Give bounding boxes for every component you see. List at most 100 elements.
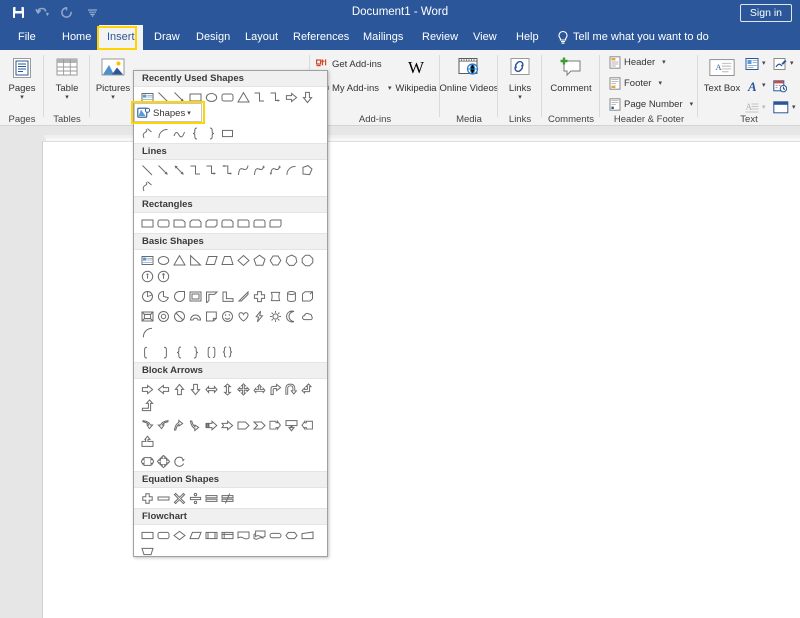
shape-quad-arrow-callout[interactable] xyxy=(155,453,171,469)
shape-pentagon-arrow[interactable] xyxy=(235,417,251,433)
shape-octagon[interactable] xyxy=(299,252,315,268)
shape-flowchart-predefined-process[interactable] xyxy=(203,527,219,543)
shapes-button[interactable]: Shapes ▾ xyxy=(137,105,199,121)
shape-left-right-arrow[interactable] xyxy=(203,381,219,397)
shape-right-brace[interactable] xyxy=(203,125,219,141)
shape-left-up-arrow[interactable] xyxy=(299,381,315,397)
shape-round-same-side-corner[interactable] xyxy=(251,215,267,231)
shape-curve-double-arrow[interactable] xyxy=(267,162,283,178)
shape-double-bracket[interactable] xyxy=(203,344,219,360)
shape-down-arrow[interactable] xyxy=(299,89,315,105)
chevron-down-icon[interactable]: ▾ xyxy=(690,101,694,108)
chevron-down-icon[interactable]: ▾ xyxy=(762,104,766,111)
object-item[interactable]: ▾ xyxy=(772,100,796,115)
shape-rectangle[interactable] xyxy=(139,215,155,231)
shape-elbow-arrow-connector[interactable] xyxy=(203,162,219,178)
comment-button[interactable]: Comment xyxy=(542,54,600,94)
shape-minus-sign[interactable] xyxy=(155,490,171,506)
pictures-button[interactable]: Pictures ▾ xyxy=(90,54,136,101)
shape-left-brace[interactable] xyxy=(187,125,203,141)
shape-arc[interactable] xyxy=(283,162,299,178)
shape-flowchart-multidocument[interactable] xyxy=(251,527,267,543)
shape-elbow-double-arrow[interactable] xyxy=(219,162,235,178)
tab-home[interactable]: Home xyxy=(54,25,99,50)
page-number-item[interactable]: Page Number ▾ xyxy=(608,98,693,111)
shape-lightning-bolt[interactable] xyxy=(251,308,267,324)
shape-right-arrow[interactable] xyxy=(283,89,299,105)
shape-freeform-shape[interactable] xyxy=(299,162,315,178)
shape-scribble[interactable] xyxy=(139,178,155,194)
shape-can[interactable] xyxy=(283,288,299,304)
shape-right-arrow-callout[interactable] xyxy=(267,417,283,433)
chevron-down-icon[interactable]: ▾ xyxy=(111,94,115,101)
shape-pentagon[interactable] xyxy=(251,252,267,268)
shape-sun[interactable] xyxy=(267,308,283,324)
chevron-down-icon[interactable]: ▾ xyxy=(762,60,766,67)
shape-oval[interactable] xyxy=(155,252,171,268)
shape-cloud[interactable] xyxy=(299,308,315,324)
shape-l-shape[interactable] xyxy=(219,288,235,304)
chevron-down-icon[interactable]: ▾ xyxy=(658,80,662,87)
shape-line[interactable] xyxy=(139,162,155,178)
shape-left-right-up-arrow[interactable] xyxy=(251,381,267,397)
tab-layout[interactable]: Layout xyxy=(237,25,286,50)
tab-design[interactable]: Design xyxy=(188,25,238,50)
shape-pie[interactable] xyxy=(139,288,155,304)
shape-folded-corner[interactable] xyxy=(203,308,219,324)
shape-teardrop[interactable] xyxy=(171,288,187,304)
tell-me-search[interactable]: Tell me what you want to do xyxy=(573,25,709,50)
shape-flowchart-internal-storage[interactable] xyxy=(219,527,235,543)
shape-right-arrow[interactable] xyxy=(139,381,155,397)
shape-up-arrow[interactable] xyxy=(171,381,187,397)
shape-left-arrow[interactable] xyxy=(155,381,171,397)
shape-plaque[interactable] xyxy=(267,288,283,304)
shape-left-bracket[interactable] xyxy=(139,344,155,360)
shape-notched-right-arrow[interactable] xyxy=(219,417,235,433)
chevron-down-icon[interactable]: ▾ xyxy=(662,59,666,66)
shape-left-arrow-callout[interactable] xyxy=(299,417,315,433)
shape-block-arc[interactable] xyxy=(187,308,203,324)
shapes-dropdown-menu[interactable]: Recently Used Shapes Lines Rectangles Basic… xyxy=(133,70,328,557)
tab-view[interactable]: View xyxy=(465,25,505,50)
header-item[interactable]: Header ▾ xyxy=(608,56,666,69)
shape-no-symbol[interactable] xyxy=(171,308,187,324)
shape-double-arc[interactable] xyxy=(171,125,187,141)
chevron-down-icon[interactable]: ▾ xyxy=(65,94,69,101)
links-button[interactable]: Links ▾ xyxy=(498,54,542,101)
shape-hexagon[interactable] xyxy=(267,252,283,268)
shape-elbow-connector[interactable] xyxy=(251,89,267,105)
shape-snip-same-side-corner[interactable] xyxy=(187,215,203,231)
shape-circular-arrow[interactable] xyxy=(171,453,187,469)
shape-elbow-connector[interactable] xyxy=(187,162,203,178)
shape-moon[interactable] xyxy=(283,308,299,324)
shape-curved-right-arrow[interactable] xyxy=(139,417,155,433)
shape-parallelogram[interactable] xyxy=(203,252,219,268)
chevron-down-icon[interactable]: ▾ xyxy=(792,104,796,111)
tab-review[interactable]: Review xyxy=(414,25,466,50)
shape-round-single-corner[interactable] xyxy=(235,215,251,231)
shape-heart[interactable] xyxy=(235,308,251,324)
tab-draw[interactable]: Draw xyxy=(146,25,188,50)
shape-right-bracket[interactable] xyxy=(155,344,171,360)
tab-insert[interactable]: Insert xyxy=(99,25,143,50)
sign-in-button[interactable]: Sign in xyxy=(739,4,792,22)
shape-multiply-sign[interactable] xyxy=(171,490,187,506)
shape-flowchart-alternate-process[interactable] xyxy=(155,527,171,543)
pages-button[interactable]: Pages ▾ xyxy=(0,54,44,101)
shape-diamond[interactable] xyxy=(235,252,251,268)
shape-bevel[interactable] xyxy=(139,308,155,324)
shape-quad-arrow[interactable] xyxy=(235,381,251,397)
shape-line-double-arrow[interactable] xyxy=(171,162,187,178)
chevron-down-icon[interactable]: ▾ xyxy=(388,85,392,92)
shape-rounded-rectangle[interactable] xyxy=(219,89,235,105)
table-button[interactable]: Table ▾ xyxy=(44,54,90,101)
shape-line-arrow[interactable] xyxy=(155,162,171,178)
shape-donut[interactable] xyxy=(155,308,171,324)
shape-cube[interactable] xyxy=(299,288,315,304)
shape-curved-left-arrow[interactable] xyxy=(155,417,171,433)
tab-mailings[interactable]: Mailings xyxy=(355,25,411,50)
shape-arc[interactable] xyxy=(155,125,171,141)
shape-rounded-rectangle[interactable] xyxy=(155,215,171,231)
shape-flowchart-terminator[interactable] xyxy=(267,527,283,543)
shape-half-frame[interactable] xyxy=(203,288,219,304)
